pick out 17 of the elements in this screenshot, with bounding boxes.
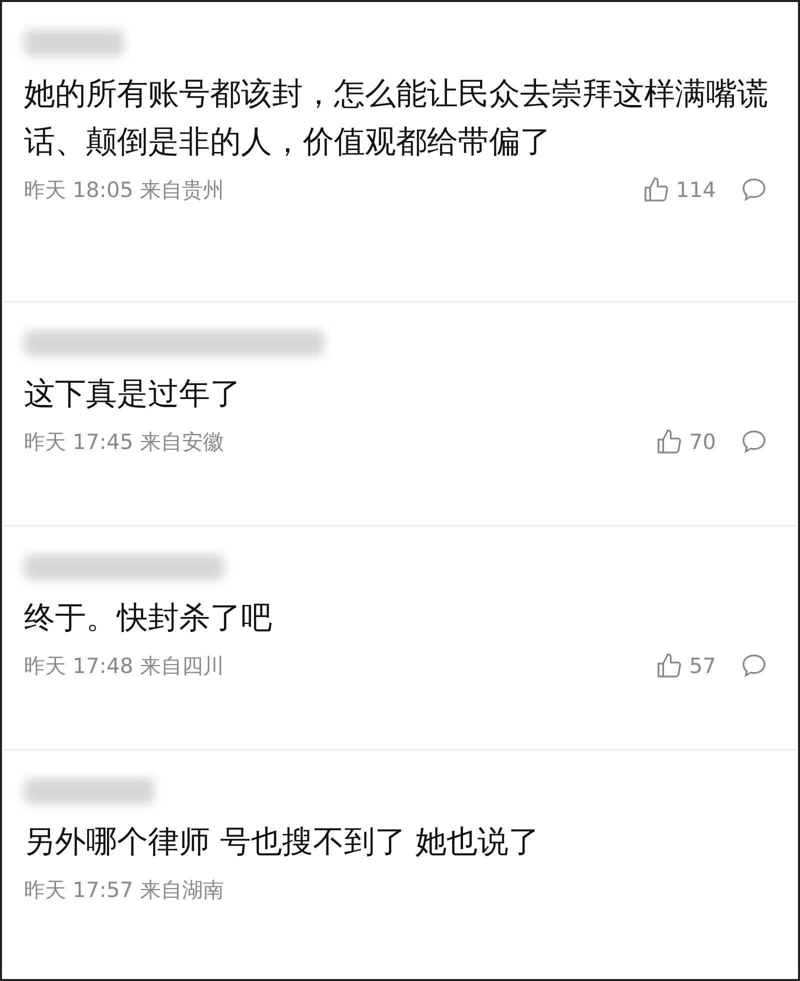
thumbs-up-icon[interactable] <box>655 652 684 680</box>
comment-meta: 昨天 17:45 来自安徽 <box>24 429 225 456</box>
comment-text: 另外哪个律师 号也搜不到了 她也说了 <box>24 823 541 862</box>
comment-text: 终于。快封杀了吧 <box>24 599 273 638</box>
like-count: 114 <box>676 178 716 202</box>
comment-meta: 昨天 17:48 来自四川 <box>24 653 225 680</box>
comment-icon[interactable] <box>740 652 768 680</box>
comment-icon[interactable] <box>740 428 768 456</box>
like-count: 70 <box>689 430 716 454</box>
thumbs-up-icon[interactable] <box>655 428 684 456</box>
thumbs-up-icon[interactable] <box>642 176 670 204</box>
comment-text: 这下真是过年了 <box>24 375 242 414</box>
comment-meta: 昨天 18:05 来自贵州 <box>24 177 225 204</box>
comment-icon[interactable] <box>740 176 768 204</box>
comment-text: 她的所有账号都该封，怎么能让民众去崇拜这样满嘴谎话、颠倒是非的人，价值观都给带偏了 <box>24 75 768 162</box>
like-count: 57 <box>689 654 716 678</box>
comment-meta: 昨天 17:57 来自湖南 <box>24 877 225 904</box>
